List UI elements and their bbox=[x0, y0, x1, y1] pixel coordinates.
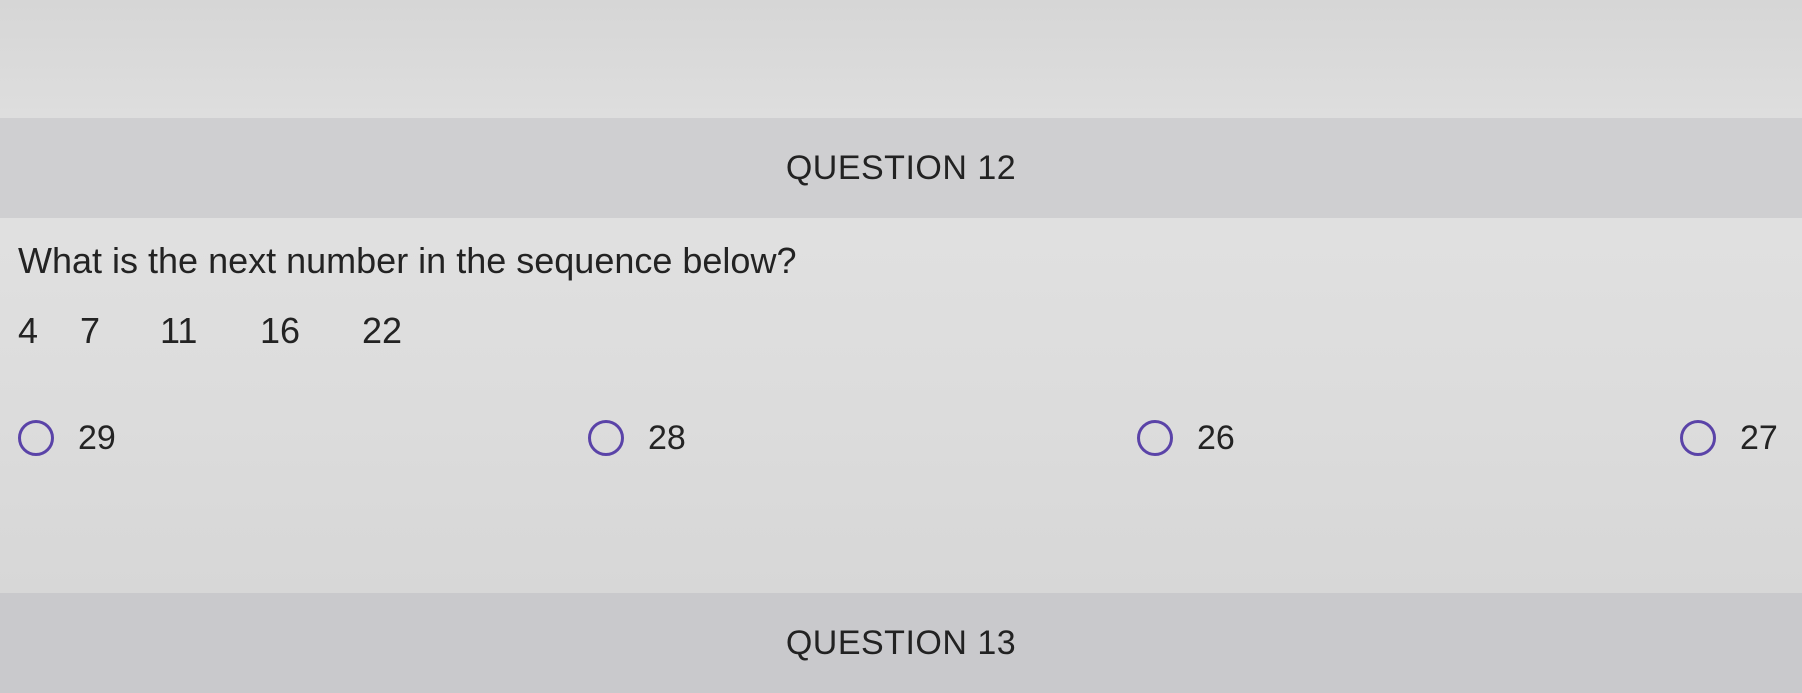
answer-option-label: 27 bbox=[1740, 418, 1778, 457]
answer-options: 29 28 26 27 bbox=[0, 408, 1802, 468]
answer-option-1[interactable]: 29 bbox=[18, 408, 116, 468]
answer-option-3[interactable]: 26 bbox=[1137, 408, 1235, 468]
sequence-term: 4 bbox=[18, 310, 39, 351]
top-background bbox=[0, 0, 1802, 118]
question-13-title: QUESTION 13 bbox=[785, 623, 1017, 662]
radio-button-icon[interactable] bbox=[18, 420, 54, 456]
question-12-content: What is the next number in the sequence … bbox=[0, 218, 1802, 593]
sequence-term: 22 bbox=[362, 310, 403, 351]
question-12-title: QUESTION 12 bbox=[785, 148, 1017, 187]
radio-button-icon[interactable] bbox=[588, 420, 624, 456]
question-prompt: What is the next number in the sequence … bbox=[18, 240, 797, 281]
radio-button-icon[interactable] bbox=[1137, 420, 1173, 456]
sequence-term: 11 bbox=[160, 310, 198, 351]
sequence-term: 7 bbox=[80, 310, 101, 351]
sequence-term: 16 bbox=[260, 310, 301, 351]
answer-option-2[interactable]: 28 bbox=[588, 408, 686, 468]
answer-option-label: 26 bbox=[1197, 418, 1235, 457]
answer-option-label: 28 bbox=[648, 418, 686, 457]
radio-button-icon[interactable] bbox=[1680, 420, 1716, 456]
number-sequence: 4 7 11 16 22 bbox=[18, 310, 402, 352]
question-13-header: QUESTION 13 bbox=[0, 593, 1802, 693]
question-12-header: QUESTION 12 bbox=[0, 118, 1802, 218]
answer-option-label: 29 bbox=[78, 418, 116, 457]
answer-option-4[interactable]: 27 bbox=[1680, 408, 1778, 468]
